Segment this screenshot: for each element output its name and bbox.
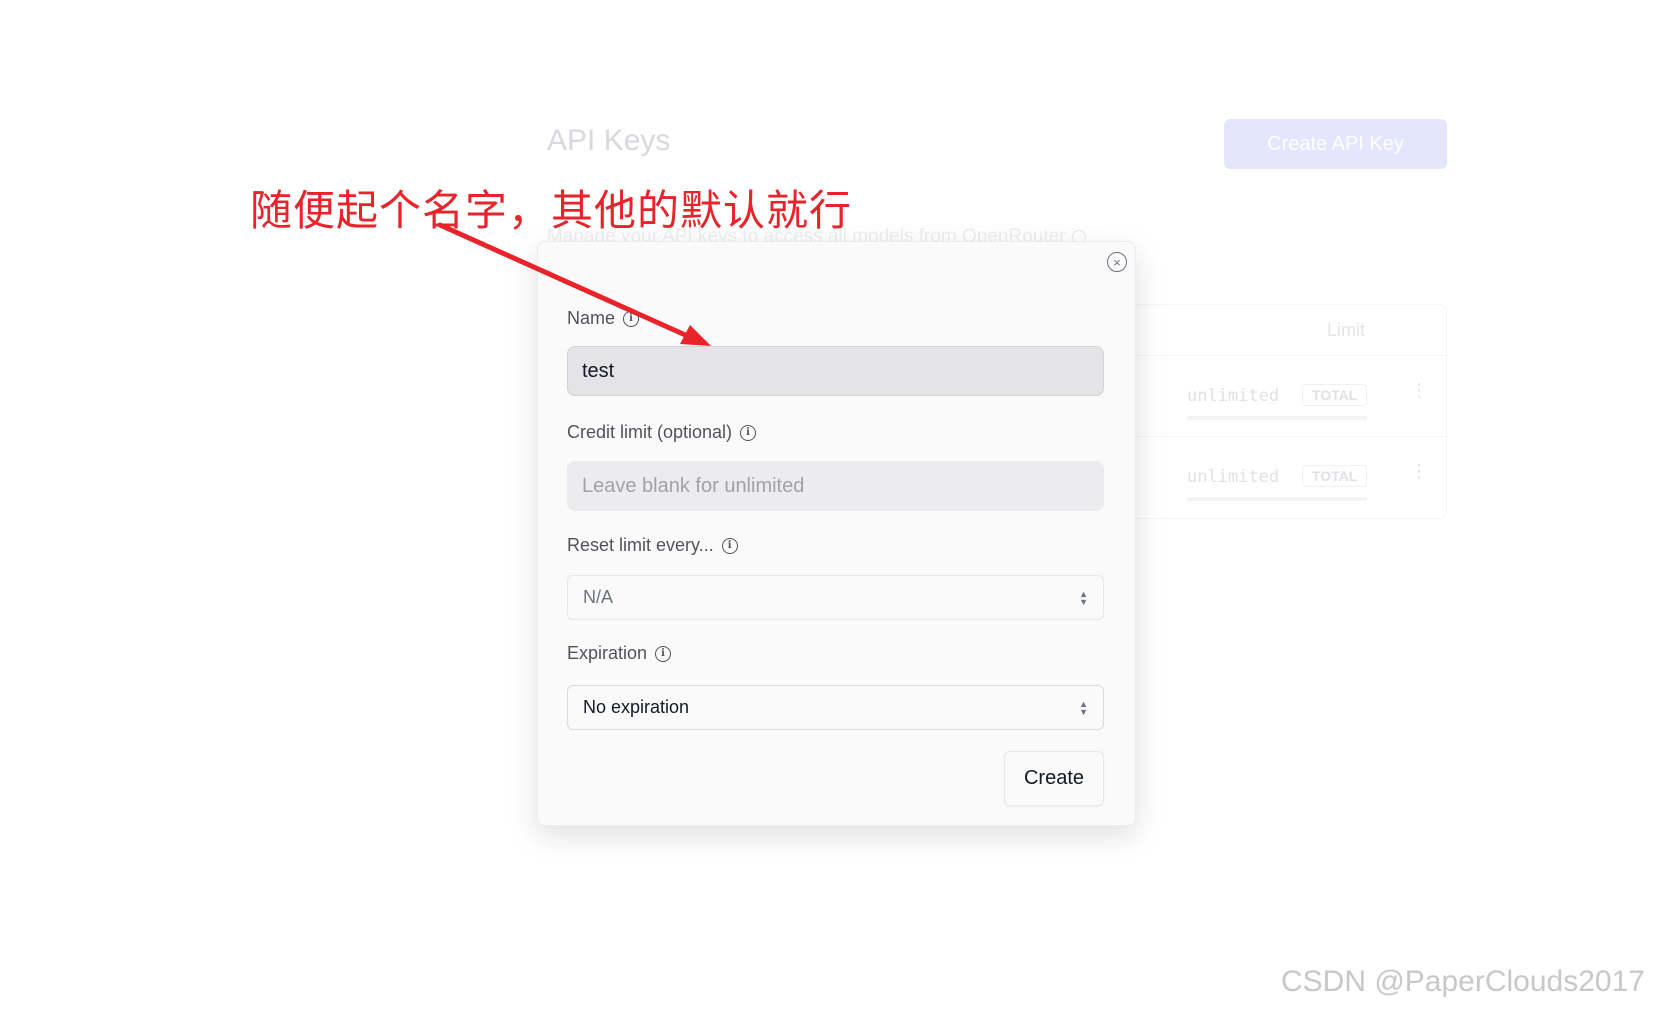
info-icon[interactable]: i <box>655 645 672 662</box>
info-icon[interactable]: i <box>740 424 757 441</box>
chevron-up-down-icon: ▲ ▼ <box>1079 588 1088 607</box>
create-api-key-button[interactable]: Create API Key <box>1224 119 1447 169</box>
watermark: CSDN @PaperClouds2017 <box>1281 965 1645 998</box>
usage-bar <box>1187 416 1367 420</box>
table-header-limit: Limit <box>1327 320 1366 340</box>
expiration-label: Expiration i <box>567 643 672 664</box>
create-button[interactable]: Create <box>1004 751 1104 806</box>
total-badge: TOTAL <box>1302 384 1368 406</box>
name-input[interactable] <box>567 346 1104 396</box>
chevron-up-down-icon: ▲ ▼ <box>1079 698 1088 717</box>
reset-limit-label: Reset limit every... i <box>567 535 738 556</box>
expiration-value: No expiration <box>583 697 690 717</box>
info-icon[interactable]: i <box>623 310 640 327</box>
name-label: Name i <box>567 308 640 329</box>
more-options-icon[interactable]: ⋮ <box>1410 461 1428 482</box>
total-badge: TOTAL <box>1302 465 1368 487</box>
create-key-dialog: × Name i Credit limit (optional) i Reset… <box>537 241 1136 826</box>
usage-bar <box>1187 497 1367 501</box>
limit-value: unlimited <box>1187 386 1280 406</box>
annotation-text: 随便起个名字，其他的默认就行 <box>250 186 853 235</box>
close-icon[interactable]: × <box>1107 252 1127 272</box>
more-options-icon[interactable]: ⋮ <box>1410 380 1428 401</box>
info-icon[interactable]: i <box>721 537 738 554</box>
reset-limit-value: N/A <box>583 587 614 607</box>
credit-limit-input[interactable] <box>567 461 1104 511</box>
limit-value: unlimited <box>1187 467 1280 487</box>
page-title: API Keys <box>547 124 671 157</box>
reset-limit-select[interactable]: N/A ▲ ▼ <box>567 575 1104 620</box>
expiration-select[interactable]: No expiration ▲ ▼ <box>567 685 1104 730</box>
credit-limit-label: Credit limit (optional) i <box>567 422 757 443</box>
